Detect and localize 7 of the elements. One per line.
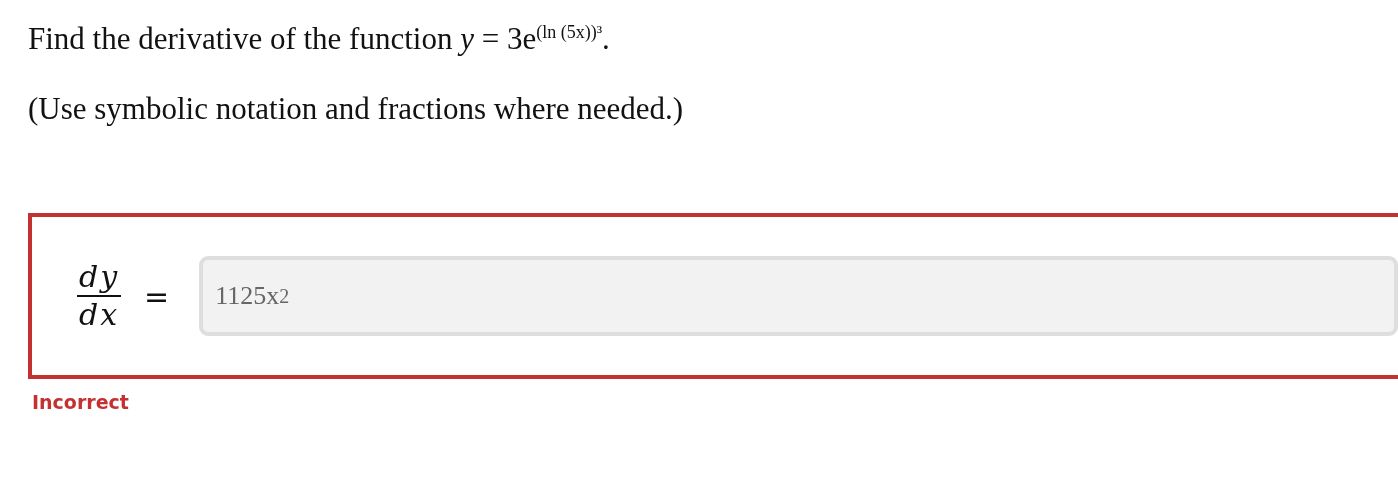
derivative-numerator: dy <box>78 259 120 296</box>
feedback-text: Incorrect <box>32 391 130 414</box>
equals-sign: = <box>144 278 170 314</box>
derivative-denominator: dx <box>78 297 120 334</box>
fraction-bar <box>77 295 121 298</box>
question-text: Find the derivative of the function y = 3e$^{(ln (5x))³}$. <box>28 20 610 59</box>
instruction-text: (Use symbolic notation and fractions where needed.) <box>28 90 684 129</box>
